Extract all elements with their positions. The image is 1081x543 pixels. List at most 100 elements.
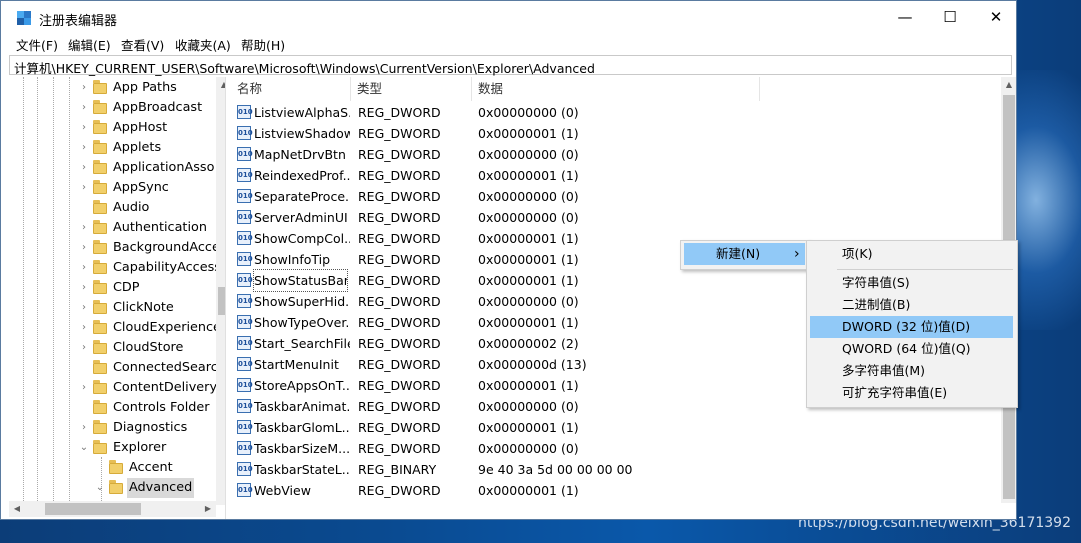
value-row[interactable]: 010 MapNetDrvBtn REG_DWORD 0x00000000 (0) <box>231 144 991 165</box>
folder-icon <box>109 460 123 474</box>
value-row[interactable]: 010 TaskbarSizeM... REG_DWORD 0x00000000 (0… <box>231 438 991 459</box>
value-type: REG_DWORD <box>358 231 441 246</box>
value-name: ShowStatusBar <box>253 269 348 292</box>
new-submenu: 项(K) 字符串值(S) 二进制值(B) DWORD (32 位)值(D) QW… <box>806 240 1018 408</box>
scroll-up-icon[interactable]: ▲ <box>1001 77 1016 93</box>
expand-arrow-icon[interactable]: › <box>79 298 89 318</box>
value-row[interactable]: 010 SeparateProce... REG_DWORD 0x00000000 (… <box>231 186 991 207</box>
menu-file[interactable]: 文件(F) <box>16 35 58 54</box>
reg-dword-icon: 010 <box>237 294 253 308</box>
expand-arrow-icon[interactable]: › <box>79 98 89 118</box>
column-header-data[interactable]: 数据 <box>478 77 503 101</box>
scroll-left-icon[interactable]: ◀ <box>9 501 25 517</box>
reg-dword-icon: 010 <box>237 231 253 245</box>
column-divider[interactable] <box>759 77 760 101</box>
context-menu: 新建(N) › <box>680 240 810 270</box>
expand-arrow-icon[interactable]: › <box>79 138 89 158</box>
submenu-item-string-value[interactable]: 字符串值(S) <box>810 272 1013 294</box>
reg-dword-icon: 010 <box>237 147 253 161</box>
column-header-name[interactable]: 名称 <box>237 77 262 101</box>
expand-arrow-icon[interactable]: › <box>79 178 89 198</box>
value-data: 0x00000001 (1) <box>478 168 579 183</box>
expand-arrow-icon[interactable]: › <box>79 238 89 258</box>
reg-binary-icon: 010 <box>237 462 253 476</box>
collapse-arrow-icon[interactable]: ⌄ <box>95 478 105 498</box>
reg-dword-icon: 010 <box>237 357 253 371</box>
expand-arrow-icon[interactable]: › <box>79 118 89 138</box>
address-path[interactable]: 计算机\HKEY_CURRENT_USER\Software\Microsoft… <box>14 58 595 77</box>
value-name: TaskbarAnimat... <box>254 399 350 414</box>
value-type: REG_DWORD <box>358 294 441 309</box>
value-type: REG_DWORD <box>358 315 441 330</box>
tree-item-label: AppSync <box>113 180 169 195</box>
close-button[interactable]: ✕ <box>973 1 1019 33</box>
collapse-arrow-icon[interactable]: ⌄ <box>79 438 89 458</box>
value-name: TaskbarSizeM... <box>254 441 350 456</box>
value-row[interactable]: 010 WebView REG_DWORD 0x00000001 (1) <box>231 480 991 501</box>
value-name: ShowCompCol... <box>254 231 350 246</box>
submenu-item-multi-string-value[interactable]: 多字符串值(M) <box>810 360 1013 382</box>
expand-arrow-icon[interactable]: › <box>79 338 89 358</box>
tree-item-label: App Paths <box>113 80 177 95</box>
folder-icon <box>93 180 107 194</box>
tree-item-label: AppBroadcast <box>113 100 203 115</box>
tree-item-label: Diagnostics <box>113 420 188 435</box>
tree-scroll-thumb[interactable] <box>218 287 225 315</box>
expand-arrow-icon[interactable]: › <box>79 258 89 278</box>
tree-vertical-scrollbar[interactable]: ▲ <box>216 77 225 505</box>
tree-horizontal-scrollbar[interactable]: ◀ ▶ <box>9 501 216 517</box>
expand-arrow-icon[interactable]: › <box>79 218 89 238</box>
value-row[interactable]: 010 ReindexedProf... REG_DWORD 0x00000001 (… <box>231 165 991 186</box>
tree-guide-line <box>69 77 70 501</box>
reg-dword-icon: 010 <box>237 105 253 119</box>
menu-favorites[interactable]: 收藏夹(A) <box>175 35 231 54</box>
column-divider[interactable] <box>350 77 351 101</box>
tree-hscroll-thumb[interactable] <box>45 503 141 515</box>
reg-dword-icon: 010 <box>237 483 253 497</box>
value-data: 0x00000001 (1) <box>478 252 579 267</box>
tree-guide-line <box>53 77 54 501</box>
value-row[interactable]: 010 ServerAdminUI REG_DWORD 0x00000000 (0) <box>231 207 991 228</box>
column-header-type[interactable]: 类型 <box>357 77 382 101</box>
expand-arrow-icon[interactable]: › <box>79 158 89 178</box>
folder-icon <box>109 480 123 494</box>
submenu-item-label: 项(K) <box>842 246 873 261</box>
value-row[interactable]: 010 TaskbarGlomL... REG_DWORD 0x00000001 (1… <box>231 417 991 438</box>
submenu-item-key[interactable]: 项(K) <box>810 243 1013 265</box>
context-menu-new[interactable]: 新建(N) › <box>684 243 805 265</box>
expand-arrow-icon[interactable]: › <box>79 418 89 438</box>
value-data: 9e 40 3a 5d 00 00 00 00 <box>478 462 633 477</box>
expand-arrow-icon[interactable]: › <box>79 378 89 398</box>
submenu-item-label: DWORD (32 位)值(D) <box>842 319 971 334</box>
value-row[interactable]: 010 ListviewAlphaS... REG_DWORD 0x00000000 … <box>231 102 991 123</box>
expand-arrow-icon[interactable]: › <box>79 78 89 98</box>
title-bar[interactable]: 注册表编辑器 — ☐ ✕ <box>1 1 1016 33</box>
menu-help[interactable]: 帮助(H) <box>241 35 285 54</box>
value-data: 0x00000000 (0) <box>478 105 579 120</box>
menu-edit[interactable]: 编辑(E) <box>68 35 111 54</box>
value-type: REG_DWORD <box>358 147 441 162</box>
expand-arrow-icon[interactable]: › <box>79 318 89 338</box>
expand-arrow-icon[interactable]: › <box>79 278 89 298</box>
value-data: 0x0000000d (13) <box>478 357 587 372</box>
submenu-item-binary-value[interactable]: 二进制值(B) <box>810 294 1013 316</box>
column-divider[interactable] <box>471 77 472 101</box>
scroll-up-icon[interactable]: ▲ <box>216 77 225 93</box>
tree-item-label: Audio <box>113 200 150 215</box>
submenu-item-dword-value[interactable]: DWORD (32 位)值(D) <box>810 316 1013 338</box>
folder-icon <box>93 200 107 214</box>
menu-view[interactable]: 查看(V) <box>121 35 164 54</box>
folder-icon <box>93 400 107 414</box>
reg-dword-icon: 010 <box>237 273 253 287</box>
submenu-item-expandable-string-value[interactable]: 可扩充字符串值(E) <box>810 382 1013 404</box>
scroll-right-icon[interactable]: ▶ <box>200 501 216 517</box>
submenu-item-qword-value[interactable]: QWORD (64 位)值(Q) <box>810 338 1013 360</box>
value-row[interactable]: 010 TaskbarStateL... REG_BINARY 9e 40 3a 5d… <box>231 459 991 480</box>
address-bar[interactable]: 计算机\HKEY_CURRENT_USER\Software\Microsoft… <box>9 55 1012 77</box>
value-type: REG_DWORD <box>358 378 441 393</box>
value-row[interactable]: 010 ListviewShadow REG_DWORD 0x00000001 (1) <box>231 123 991 144</box>
minimize-button[interactable]: — <box>882 1 928 33</box>
tree-item-label: Accent <box>129 460 173 475</box>
maximize-button[interactable]: ☐ <box>927 1 973 33</box>
window-title: 注册表编辑器 <box>39 14 118 29</box>
